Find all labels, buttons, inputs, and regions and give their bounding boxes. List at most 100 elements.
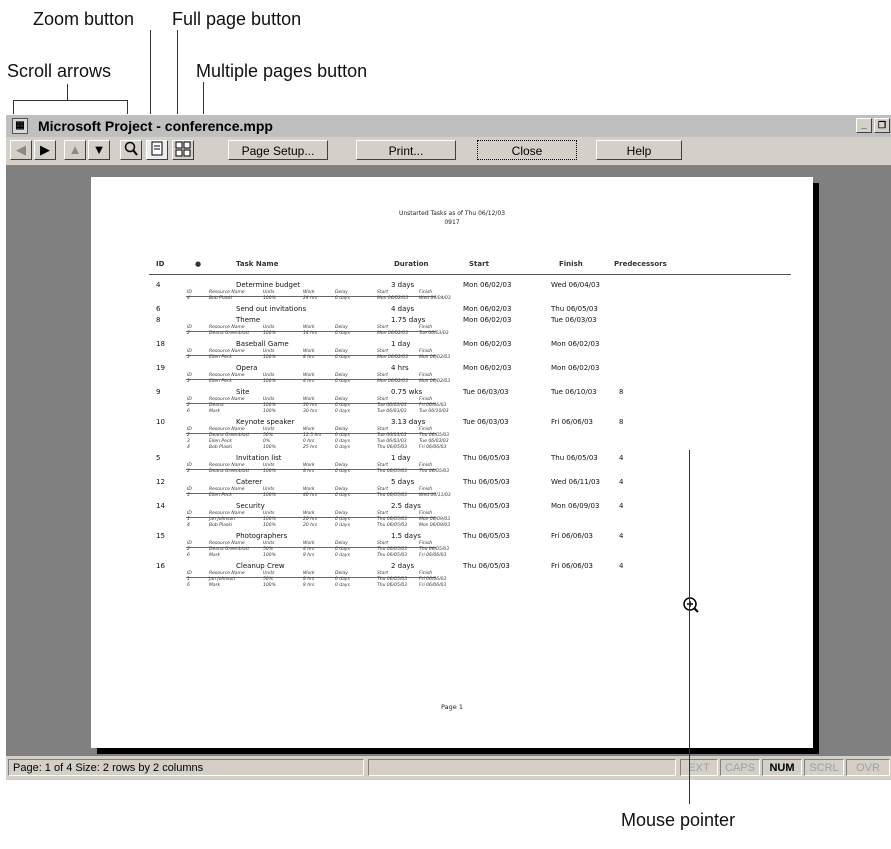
assignment-header-cell: Start xyxy=(377,290,388,295)
assign-delay: 0 days xyxy=(335,403,350,408)
task-id: 15 xyxy=(156,532,165,540)
task-duration: 3 days xyxy=(391,281,415,289)
print-button[interactable]: Print... xyxy=(356,140,456,160)
assignment-header-cell: Work xyxy=(303,463,315,468)
assign-resource: Bob Plaski xyxy=(209,296,233,301)
assign-resource: Deana Greenblatt xyxy=(209,469,250,474)
assign-delay: 0 days xyxy=(335,577,350,582)
task-start: Tue 06/03/03 xyxy=(463,388,509,396)
assign-units: 100% xyxy=(263,403,276,408)
assignment-header-cell: Work xyxy=(303,397,315,402)
report-title: Unstarted Tasks as of Thu 06/12/03 0917 xyxy=(91,209,813,227)
assignment-header-cell: Finish xyxy=(419,325,433,330)
assign-finish: Thu 06/05/03 xyxy=(419,547,450,552)
task-name: Baseball Game xyxy=(236,340,289,348)
assign-work: 30 hrs xyxy=(303,403,318,408)
assignment-header-cell: ID xyxy=(187,427,192,432)
assign-delay: 0 days xyxy=(335,517,350,522)
task-id: 4 xyxy=(156,281,161,289)
page-footer: Page 1 xyxy=(441,703,463,711)
assignment-header-cell: ID xyxy=(187,373,192,378)
minimize-icon[interactable]: _ xyxy=(856,118,872,133)
task-duration: 4 days xyxy=(391,305,415,313)
assignment-header-cell: Finish xyxy=(419,487,433,492)
assignment-header-cell: Delay xyxy=(335,571,348,576)
task-start: Tue 06/03/03 xyxy=(463,418,509,426)
assign-work: 24 hrs xyxy=(303,296,318,301)
assign-units: 100% xyxy=(263,523,276,528)
page-setup-button[interactable]: Page Setup... xyxy=(228,140,328,160)
assignment-row: 4 Bob Plaski 100% 24 hrs 0 days Mon 06/02/03 W… xyxy=(91,296,813,302)
assign-units: 0% xyxy=(263,439,271,444)
scroll-up-icon[interactable]: ▲ xyxy=(64,140,86,160)
assign-delay: 0 days xyxy=(335,439,350,444)
scroll-right-icon[interactable]: ▶ xyxy=(34,140,56,160)
task-predecessors: 8 xyxy=(619,418,624,426)
assign-delay: 0 days xyxy=(335,409,350,414)
assign-delay: 0 days xyxy=(335,433,350,438)
assignment-header-cell: Delay xyxy=(335,373,348,378)
assign-resource: Deana Greenblatt xyxy=(209,547,250,552)
window-controls: _ ❐ xyxy=(856,118,890,133)
task-predecessors: 4 xyxy=(619,478,624,486)
multiple-pages-icon[interactable] xyxy=(172,140,194,160)
task-row: 9 Site 0.75 wks Tue 06/03/03 Tue 06/10/03 8 xyxy=(91,388,813,397)
assignment-header-cell: Resource Name xyxy=(209,290,245,295)
full-page-icon[interactable] xyxy=(146,140,168,160)
assign-delay: 0 days xyxy=(335,583,350,588)
assignment-row: 6 Mark 100% 30 hrs 0 days Tue 06/03/03 Tue 06/… xyxy=(91,409,813,415)
assign-work: 14 hrs xyxy=(303,331,318,336)
assign-finish: Fri 06/06/03 xyxy=(419,583,447,588)
restore-icon[interactable]: ❐ xyxy=(874,118,890,133)
task-finish: Mon 06/02/03 xyxy=(551,340,600,348)
task-duration: 4 hrs xyxy=(391,364,409,372)
task-row: 16 Cleanup Crew 2 days Thu 06/05/03 Fri 06/0… xyxy=(91,562,813,571)
task-row: 18 Baseball Game 1 day Mon 06/02/03 Mon 06/0… xyxy=(91,340,813,349)
task-finish: Thu 06/05/03 xyxy=(551,305,598,313)
title-bar: ▦ Microsoft Project - conference.mpp _ ❐ xyxy=(6,115,891,137)
task-finish: Tue 06/03/03 xyxy=(551,316,597,324)
zoom-icon[interactable] xyxy=(120,140,142,160)
assignment-row: 3 Ellen Peck 100% 8 hrs 0 days Mon 06/02/03 Mo… xyxy=(91,355,813,361)
task-name: Caterer xyxy=(236,478,263,486)
task-start: Thu 06/05/03 xyxy=(463,502,510,510)
assign-delay: 0 days xyxy=(335,469,350,474)
assign-finish: Tue 06/03/03 xyxy=(419,331,449,336)
assignment-header-cell: Start xyxy=(377,463,388,468)
scroll-left-icon[interactable]: ◀ xyxy=(10,140,32,160)
assign-resource: Deana Greenblatt xyxy=(209,433,250,438)
assign-start: Mon 06/02/03 xyxy=(377,331,409,336)
assign-delay: 0 days xyxy=(335,445,350,450)
assign-resource: Mark xyxy=(209,553,221,558)
task-finish: Fri 06/06/03 xyxy=(551,562,594,570)
print-preview-area[interactable]: Unstarted Tasks as of Thu 06/12/03 0917 … xyxy=(6,166,891,756)
assignment-header-cell: Work xyxy=(303,511,315,516)
assign-start: Thu 06/05/03 xyxy=(377,493,408,498)
assign-start: Thu 06/05/03 xyxy=(377,553,408,558)
assign-resource: Jan Johnson xyxy=(209,577,236,582)
assign-id: 3 xyxy=(187,379,190,384)
assignment-header-cell: Start xyxy=(377,487,388,492)
task-name: Site xyxy=(236,388,250,396)
task-finish: Mon 06/09/03 xyxy=(551,502,600,510)
help-button[interactable]: Help xyxy=(596,140,682,160)
assignment-header-cell: Start xyxy=(377,349,388,354)
assignment-header-cell: Units xyxy=(263,541,275,546)
close-button[interactable]: Close xyxy=(477,140,577,160)
assign-finish: Thu 06/05/03 xyxy=(419,469,450,474)
project-icon: ▦ xyxy=(12,118,28,134)
assign-id: 6 xyxy=(187,583,190,588)
assign-start: Thu 06/05/03 xyxy=(377,523,408,528)
report-title-line2: 0917 xyxy=(444,219,460,226)
scroll-down-icon[interactable]: ▼ xyxy=(88,140,110,160)
task-id: 14 xyxy=(156,502,165,510)
task-name: Determine budget xyxy=(236,281,301,289)
header-rule xyxy=(149,274,791,275)
assign-work: 8 hrs xyxy=(303,355,315,360)
task-row: 6 Send out invitations 4 days Mon 06/02/03 T… xyxy=(91,305,813,314)
assignment-header-cell: Delay xyxy=(335,541,348,546)
task-name: Photographers xyxy=(236,532,288,540)
assign-units: 100% xyxy=(263,296,276,301)
task-start: Mon 06/02/03 xyxy=(463,305,512,313)
task-start: Thu 06/05/03 xyxy=(463,562,510,570)
